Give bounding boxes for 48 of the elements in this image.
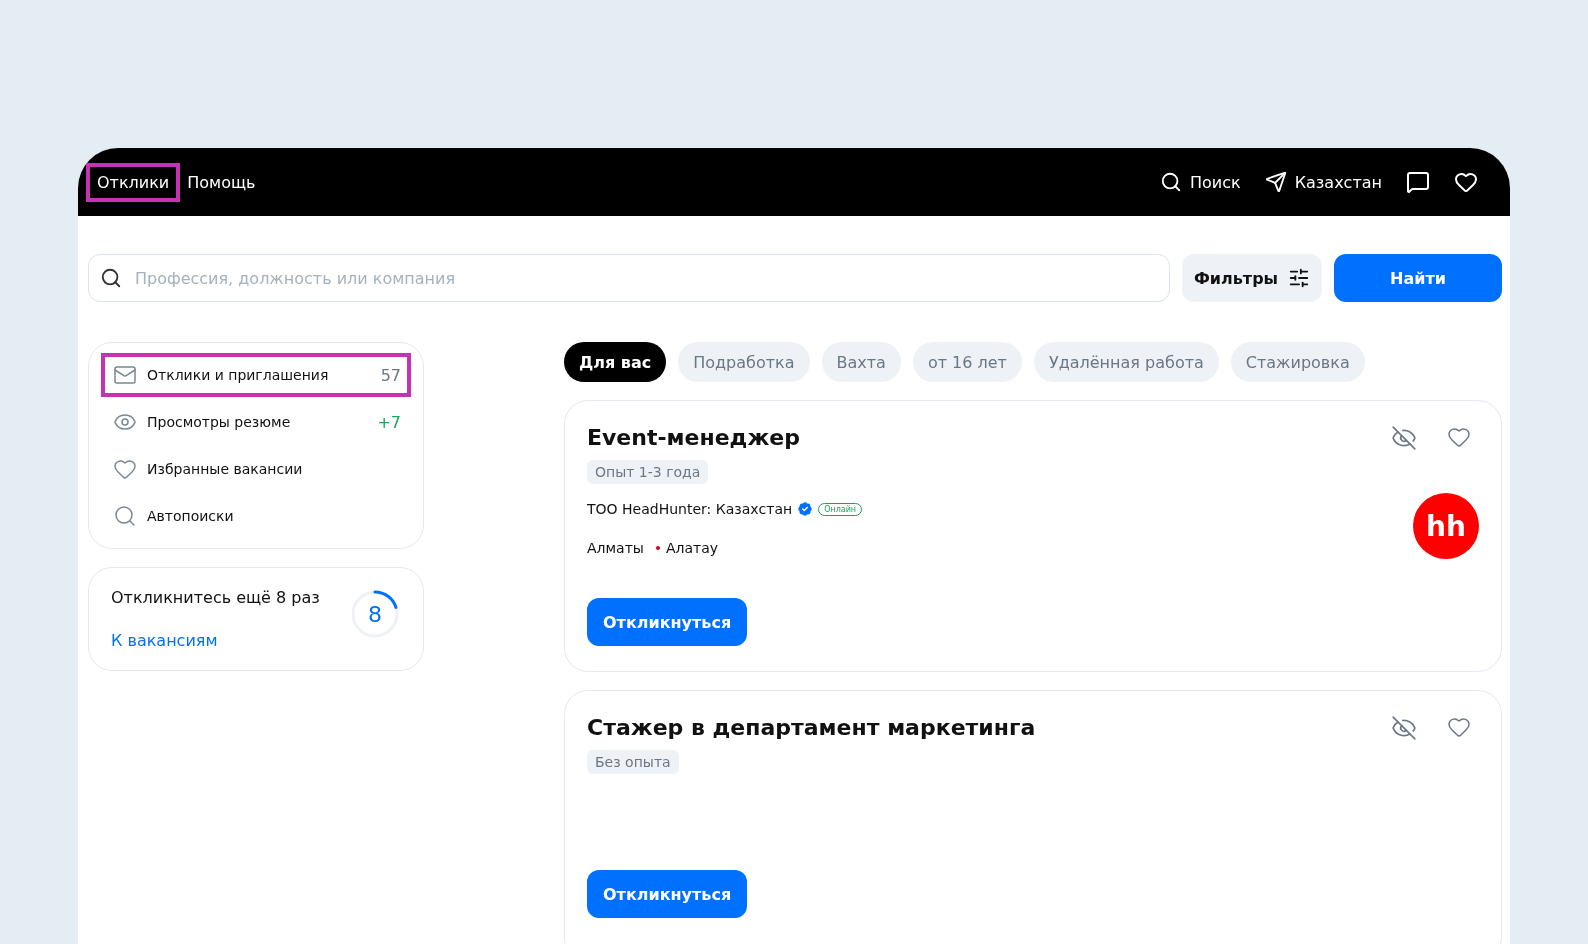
menu-item[interactable]: Автопоиски bbox=[101, 494, 411, 538]
apply-button[interactable]: Откликнуться bbox=[587, 598, 748, 646]
eye-off-icon[interactable] bbox=[1391, 425, 1417, 451]
heart-icon bbox=[113, 457, 137, 481]
search-field[interactable]: Профессия, должность или компания bbox=[88, 254, 1170, 302]
menu-item[interactable]: Избранные вакансии bbox=[101, 447, 411, 491]
filter-chip[interactable]: от 16 лет bbox=[912, 342, 1022, 382]
vacancy-title[interactable]: Event-менеджер bbox=[587, 425, 800, 450]
search-icon bbox=[100, 267, 122, 289]
company-logo: hh bbox=[1413, 493, 1479, 559]
nav-link[interactable]: Отклики bbox=[86, 162, 181, 202]
paper-plane-icon bbox=[1264, 171, 1287, 193]
chat-bubble-icon[interactable] bbox=[1406, 170, 1430, 194]
header-link-label: Поиск bbox=[1190, 172, 1241, 192]
header-link-label: Казахстан bbox=[1294, 172, 1382, 192]
menu-item-label: Избранные вакансии bbox=[147, 461, 304, 477]
header-link[interactable]: Казахстан bbox=[1264, 171, 1382, 193]
company-name[interactable]: ТОО HeadHunter: Казахстан bbox=[587, 501, 793, 517]
metro-dot bbox=[655, 546, 660, 550]
experience-tag: Без опыта bbox=[587, 750, 679, 774]
filters-button[interactable]: Фильтры bbox=[1182, 254, 1322, 302]
eye-off-icon[interactable] bbox=[1391, 715, 1417, 741]
progress-ring: 8 bbox=[349, 588, 401, 640]
apply-button[interactable]: Откликнуться bbox=[587, 870, 748, 918]
heart-icon[interactable] bbox=[1454, 170, 1478, 194]
menu-item-count: +7 bbox=[377, 412, 401, 432]
progress-text: Откликнитесь ещё 8 раз bbox=[111, 588, 320, 607]
menu-item[interactable]: Отклики и приглашения 57 bbox=[101, 353, 411, 397]
sliders-icon bbox=[1288, 267, 1311, 289]
menu-item-label: Просмотры резюме bbox=[147, 414, 292, 430]
metro-label: Алатау bbox=[665, 540, 718, 556]
vacancies-link[interactable]: К вакансиям bbox=[111, 631, 320, 650]
filter-chip[interactable]: Стажировка bbox=[1230, 342, 1365, 382]
find-button[interactable]: Найти bbox=[1334, 254, 1502, 302]
filter-chip[interactable]: Подработка bbox=[678, 342, 810, 382]
filter-chip[interactable]: Удалённая работа bbox=[1033, 342, 1219, 382]
vacancy-title[interactable]: Стажер в департамент маркетинга bbox=[587, 715, 1036, 740]
menu-item-count: 57 bbox=[380, 365, 401, 385]
menu-item-label: Автопоиски bbox=[147, 508, 235, 524]
header-link[interactable]: Поиск bbox=[1160, 171, 1241, 193]
filter-chip[interactable]: Для вас bbox=[564, 342, 667, 382]
filter-chip[interactable]: Вахта bbox=[821, 342, 901, 382]
envelope-icon bbox=[113, 363, 137, 387]
experience-tag: Опыт 1-3 года bbox=[587, 460, 709, 484]
city-label: Алматы bbox=[587, 540, 644, 556]
menu-item[interactable]: Просмотры резюме +7 bbox=[101, 400, 411, 444]
menu-item-label: Отклики и приглашения bbox=[147, 367, 330, 383]
search-icon bbox=[1160, 171, 1182, 193]
